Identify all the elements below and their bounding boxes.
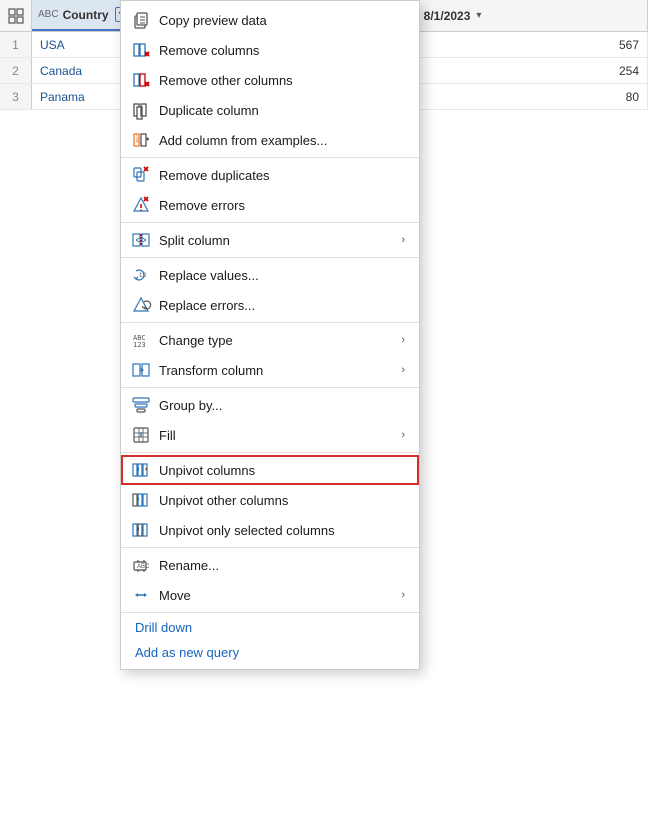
- split-column-icon: [131, 230, 151, 250]
- menu-item-remove-other-columns[interactable]: Remove other columns: [121, 65, 419, 95]
- menu-item-unpivot-selected-columns[interactable]: Unpivot only selected columns: [121, 515, 419, 545]
- column-type-icon-country: ABC: [38, 9, 59, 20]
- change-type-arrow: ›: [401, 334, 405, 346]
- transform-column-arrow: ›: [401, 364, 405, 376]
- remove-columns-icon: [131, 40, 151, 60]
- menu-divider-8: [121, 612, 419, 613]
- menu-item-replace-errors[interactable]: Replace errors...: [121, 290, 419, 320]
- column-label-date3: 8/1/2023: [424, 9, 471, 23]
- menu-item-unpivot-columns[interactable]: Unpivot columns: [121, 455, 419, 485]
- menu-label-group-by: Group by...: [159, 398, 222, 413]
- replace-errors-icon: [131, 295, 151, 315]
- menu-label-move: Move: [159, 588, 191, 603]
- row-number: 3: [0, 84, 32, 109]
- column-label-country: Country: [63, 8, 109, 22]
- menu-label-copy-preview: Copy preview data: [159, 13, 267, 28]
- menu-item-fill[interactable]: Fill ›: [121, 420, 419, 450]
- menu-divider-4: [121, 322, 419, 323]
- row-number: 2: [0, 58, 32, 83]
- duplicate-column-icon: [131, 100, 151, 120]
- replace-values-icon: 1 2: [131, 265, 151, 285]
- column-dropdown-arrow-date3[interactable]: ▾: [476, 10, 481, 21]
- menu-divider-3: [121, 257, 419, 258]
- menu-item-add-as-new-query[interactable]: Add as new query: [121, 640, 419, 665]
- fill-arrow: ›: [401, 429, 405, 441]
- menu-label-unpivot-other-columns: Unpivot other columns: [159, 493, 288, 508]
- transform-column-icon: [131, 360, 151, 380]
- menu-divider-7: [121, 547, 419, 548]
- menu-item-split-column[interactable]: Split column ›: [121, 225, 419, 255]
- cell-v3-2: 254: [402, 58, 648, 83]
- row-number: 1: [0, 32, 32, 57]
- unpivot-selected-columns-icon: [131, 520, 151, 540]
- menu-divider-2: [121, 222, 419, 223]
- menu-label-add-as-new-query: Add as new query: [135, 645, 239, 660]
- menu-item-remove-columns[interactable]: Remove columns: [121, 35, 419, 65]
- unpivot-columns-icon: [131, 460, 151, 480]
- menu-label-change-type: Change type: [159, 333, 233, 348]
- menu-label-add-column-examples: Add column from examples...: [159, 133, 327, 148]
- remove-errors-icon: [131, 195, 151, 215]
- split-column-arrow: ›: [401, 234, 405, 246]
- menu-item-copy-preview[interactable]: Copy preview data: [121, 5, 419, 35]
- move-icon: [131, 585, 151, 605]
- menu-item-remove-duplicates[interactable]: Remove duplicates: [121, 160, 419, 190]
- column-header-date3[interactable]: 1²₃ 8/1/2023 ▾: [402, 0, 648, 31]
- group-by-icon: [131, 395, 151, 415]
- menu-label-replace-values: Replace values...: [159, 268, 259, 283]
- menu-label-remove-other-columns: Remove other columns: [159, 73, 293, 88]
- copy-preview-icon: [131, 10, 151, 30]
- menu-item-group-by[interactable]: Group by...: [121, 390, 419, 420]
- menu-item-change-type[interactable]: ABC 123 Change type ›: [121, 325, 419, 355]
- menu-label-transform-column: Transform column: [159, 363, 263, 378]
- svg-text:2: 2: [143, 273, 147, 279]
- cell-v3-3: 80: [402, 84, 648, 109]
- grid-corner: [0, 0, 32, 31]
- menu-label-replace-errors: Replace errors...: [159, 298, 255, 313]
- menu-label-rename: Rename...: [159, 558, 219, 573]
- menu-label-remove-columns: Remove columns: [159, 43, 259, 58]
- menu-label-unpivot-columns: Unpivot columns: [159, 463, 255, 478]
- svg-text:ABC: ABC: [137, 564, 150, 570]
- unpivot-other-columns-icon: [131, 490, 151, 510]
- cell-v3-1: 567: [402, 32, 648, 57]
- menu-item-unpivot-other-columns[interactable]: Unpivot other columns: [121, 485, 419, 515]
- menu-divider-6: [121, 452, 419, 453]
- menu-item-rename[interactable]: ABC Rename...: [121, 550, 419, 580]
- svg-text:1: 1: [136, 135, 139, 141]
- menu-item-move[interactable]: Move ›: [121, 580, 419, 610]
- menu-label-drill-down: Drill down: [135, 620, 192, 635]
- menu-divider-5: [121, 387, 419, 388]
- svg-text:123: 123: [133, 341, 146, 349]
- fill-icon: [131, 425, 151, 445]
- menu-item-transform-column[interactable]: Transform column ›: [121, 355, 419, 385]
- menu-label-remove-duplicates: Remove duplicates: [159, 168, 270, 183]
- menu-label-split-column: Split column: [159, 233, 230, 248]
- menu-divider-1: [121, 157, 419, 158]
- menu-label-unpivot-selected-columns: Unpivot only selected columns: [159, 523, 335, 538]
- rename-icon: ABC: [131, 555, 151, 575]
- menu-item-replace-values[interactable]: 1 2 Replace values...: [121, 260, 419, 290]
- menu-item-remove-errors[interactable]: Remove errors: [121, 190, 419, 220]
- context-menu: Copy preview data Remove columns Remove …: [120, 0, 420, 670]
- menu-item-duplicate-column[interactable]: Duplicate column: [121, 95, 419, 125]
- remove-other-columns-icon: [131, 70, 151, 90]
- menu-label-remove-errors: Remove errors: [159, 198, 245, 213]
- remove-duplicates-icon: [131, 165, 151, 185]
- menu-label-duplicate-column: Duplicate column: [159, 103, 259, 118]
- move-arrow: ›: [401, 589, 405, 601]
- change-type-icon: ABC 123: [131, 330, 151, 350]
- menu-item-drill-down[interactable]: Drill down: [121, 615, 419, 640]
- add-column-examples-icon: A 1: [131, 130, 151, 150]
- menu-label-fill: Fill: [159, 428, 176, 443]
- menu-item-add-column-examples[interactable]: A 1 Add column from examples...: [121, 125, 419, 155]
